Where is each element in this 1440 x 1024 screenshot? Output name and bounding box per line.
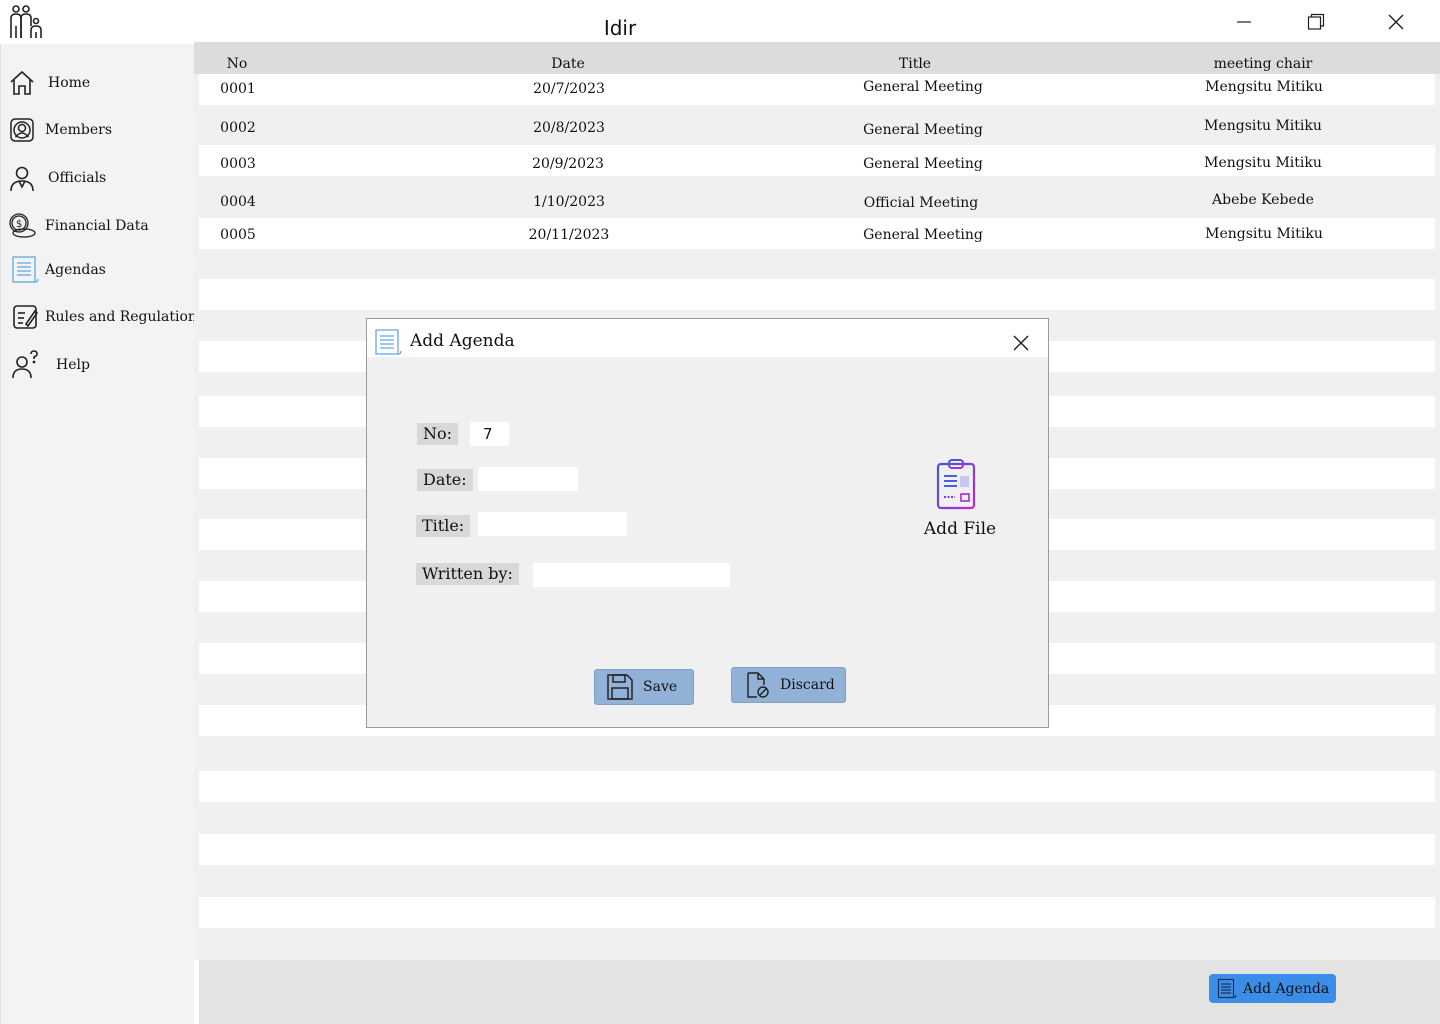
title-field[interactable] bbox=[478, 512, 627, 536]
save-button[interactable]: Save bbox=[594, 669, 694, 705]
table-row[interactable]: 0002 20/8/2023 General Meeting Mengsitu … bbox=[199, 113, 1435, 144]
title-label: Title: bbox=[416, 515, 471, 537]
title-bar: Idir bbox=[0, 0, 1440, 44]
table-row[interactable]: 0003 20/9/2023 General Meeting Mengsitu … bbox=[199, 145, 1435, 176]
cell-chair: Mengsitu Mitiku bbox=[1204, 155, 1322, 171]
add-agenda-label: Add Agenda bbox=[1243, 980, 1330, 997]
home-icon bbox=[7, 68, 37, 98]
cell-chair: Mengsitu Mitiku bbox=[1205, 79, 1323, 95]
clipboard-file-icon bbox=[935, 457, 977, 511]
cell-no: 0004 bbox=[220, 194, 256, 210]
no-label: No: bbox=[417, 423, 459, 445]
cell-date: 20/7/2023 bbox=[533, 81, 605, 97]
date-field[interactable] bbox=[478, 467, 578, 491]
official-icon bbox=[7, 163, 37, 193]
cell-title: Official Meeting bbox=[863, 195, 979, 211]
empty-table-row bbox=[199, 897, 1435, 928]
cell-title: General Meeting bbox=[863, 227, 983, 243]
column-header-date[interactable]: Date bbox=[468, 56, 668, 72]
sidebar-item-label: Rules and Regulations bbox=[45, 309, 205, 325]
svg-text:$: $ bbox=[16, 219, 22, 230]
cell-no: 0002 bbox=[220, 120, 256, 136]
agenda-icon bbox=[1217, 978, 1239, 1000]
cell-date: 1/10/2023 bbox=[533, 194, 605, 210]
minimize-button[interactable] bbox=[1228, 8, 1260, 36]
cell-chair: Mengsitu Mitiku bbox=[1205, 226, 1323, 242]
cell-date: 20/11/2023 bbox=[528, 227, 610, 243]
sidebar-item-label: Help bbox=[56, 357, 90, 373]
sidebar-item-label: Financial Data bbox=[45, 218, 149, 234]
discard-button[interactable]: Discard bbox=[731, 667, 846, 703]
empty-table-row bbox=[199, 771, 1435, 802]
help-icon bbox=[11, 350, 41, 380]
cell-title: General Meeting bbox=[863, 122, 983, 138]
cell-no: 0005 bbox=[220, 227, 256, 243]
written-by-field[interactable] bbox=[533, 563, 730, 587]
sidebar-item-rules[interactable]: Rules and Regulations bbox=[1, 297, 204, 337]
discard-label: Discard bbox=[780, 677, 835, 693]
sidebar-item-label: Agendas bbox=[45, 262, 106, 278]
table-row[interactable]: 0001 20/7/2023 General Meeting Mengsitu … bbox=[199, 74, 1435, 105]
add-file-label: Add File bbox=[923, 519, 997, 539]
column-header-no[interactable]: No bbox=[137, 56, 337, 72]
table-row[interactable]: 0004 1/10/2023 Official Meeting Abebe Ke… bbox=[199, 187, 1435, 218]
column-header-title[interactable]: Title bbox=[815, 56, 1015, 72]
agenda-icon bbox=[373, 327, 403, 357]
bottom-toolbar: Add Agenda bbox=[199, 960, 1440, 1024]
cell-title: General Meeting bbox=[863, 156, 983, 172]
maximize-button[interactable] bbox=[1300, 8, 1332, 36]
cell-title: General Meeting bbox=[863, 79, 983, 95]
agenda-icon bbox=[10, 255, 40, 285]
sidebar-item-agendas[interactable]: Agendas bbox=[1, 250, 195, 290]
table-row[interactable]: 0005 20/11/2023 General Meeting Mengsitu… bbox=[199, 218, 1435, 249]
dialog-close-button[interactable] bbox=[1009, 331, 1033, 355]
close-button[interactable] bbox=[1380, 8, 1412, 36]
column-header-chair[interactable]: meeting chair bbox=[1163, 56, 1363, 72]
window-title: Idir bbox=[603, 16, 637, 40]
no-field[interactable] bbox=[470, 422, 509, 446]
add-agenda-button[interactable]: Add Agenda bbox=[1209, 974, 1336, 1003]
date-label: Date: bbox=[417, 469, 473, 491]
sidebar-item-help[interactable]: Help bbox=[1, 345, 195, 385]
cell-no: 0003 bbox=[220, 156, 256, 172]
coins-icon: $ bbox=[7, 211, 37, 241]
cell-date: 20/9/2023 bbox=[532, 156, 604, 172]
sidebar-item-label: Officials bbox=[48, 170, 107, 186]
cell-no: 0001 bbox=[220, 81, 256, 97]
discard-file-icon bbox=[742, 670, 772, 700]
cell-chair: Abebe Kebede bbox=[1212, 192, 1314, 208]
written-by-label: Written by: bbox=[416, 563, 519, 585]
sidebar: Home Members Officials $ Financial Data … bbox=[0, 44, 204, 1024]
cell-chair: Mengsitu Mitiku bbox=[1204, 118, 1322, 134]
dialog-header: Add Agenda bbox=[367, 319, 1048, 357]
sidebar-item-label: Members bbox=[45, 122, 113, 138]
members-icon bbox=[7, 115, 37, 145]
cell-date: 20/8/2023 bbox=[533, 120, 605, 136]
dialog-title: Add Agenda bbox=[410, 331, 515, 351]
family-logo-icon bbox=[8, 4, 46, 42]
floppy-disk-icon bbox=[605, 672, 635, 702]
add-agenda-dialog: Add Agenda No: Date: Title: Written by: bbox=[366, 318, 1049, 728]
save-label: Save bbox=[643, 679, 678, 695]
empty-table-row bbox=[199, 279, 1435, 310]
table-header: No Date Title meeting chair bbox=[194, 42, 1440, 74]
empty-table-row bbox=[199, 834, 1435, 865]
rules-icon bbox=[10, 302, 40, 332]
sidebar-item-label: Home bbox=[48, 75, 91, 91]
